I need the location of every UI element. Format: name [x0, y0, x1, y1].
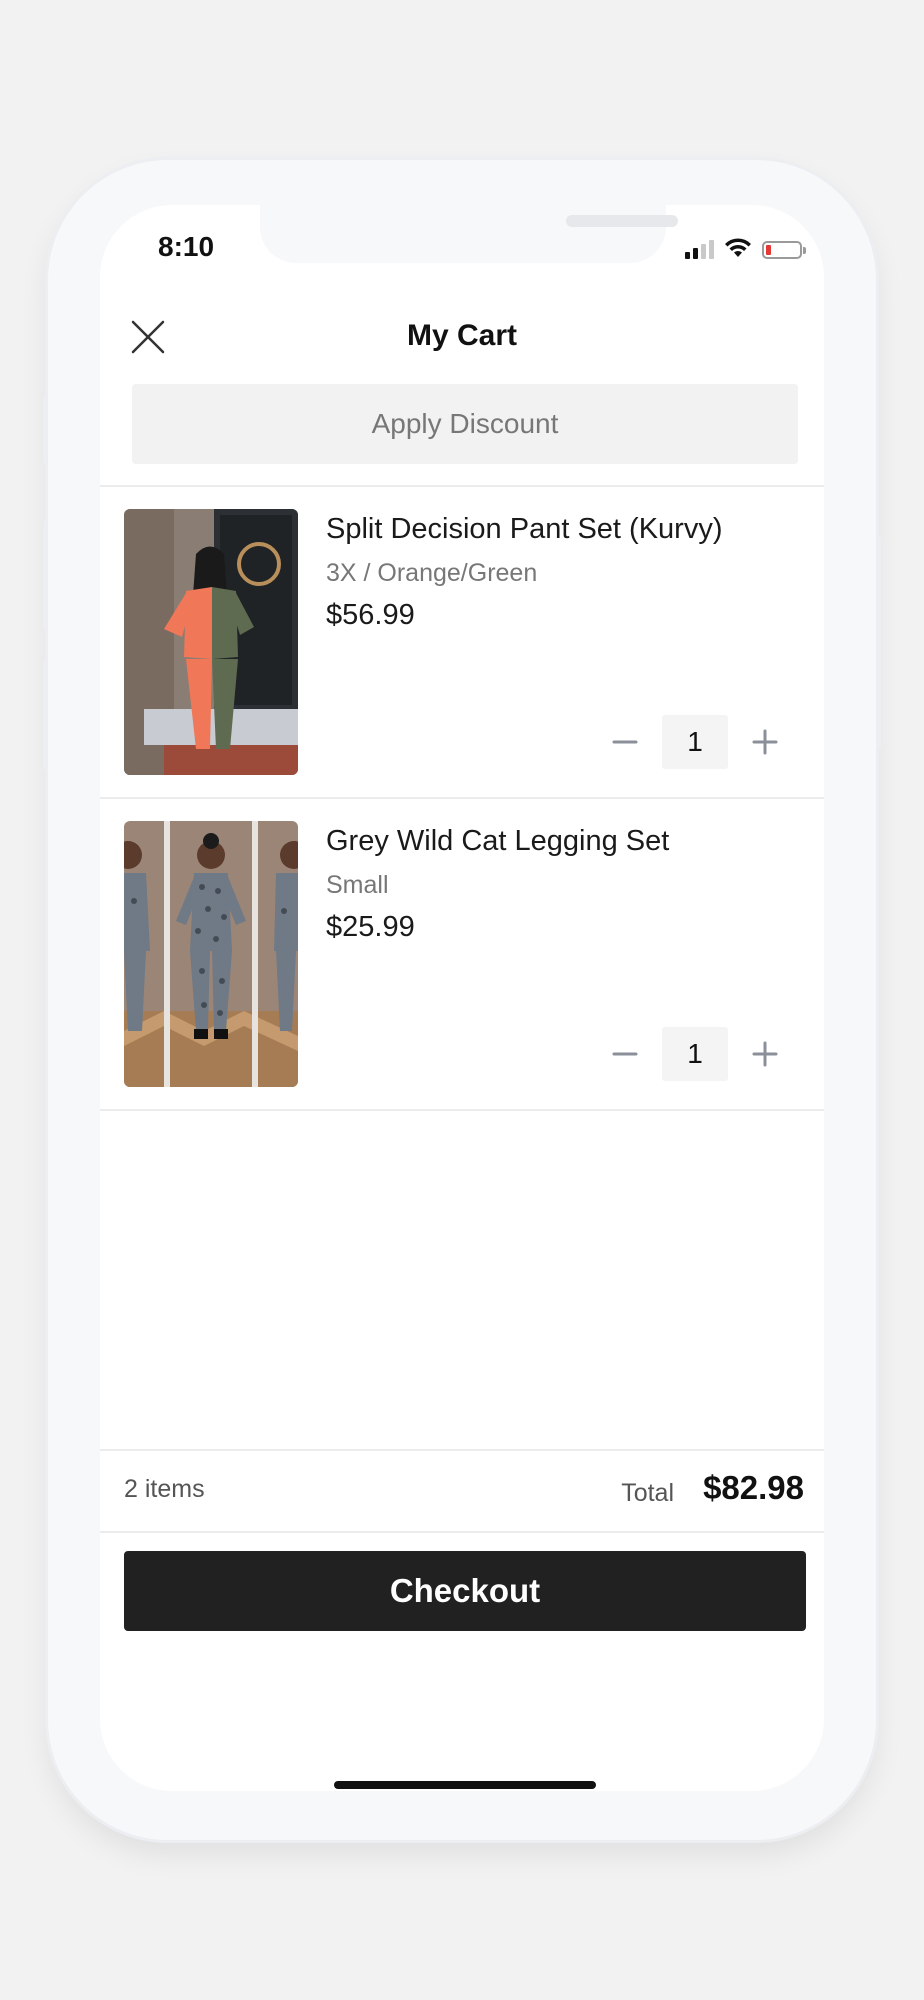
quantity-stepper: 1 [600, 715, 790, 769]
decrease-quantity-button[interactable] [600, 1029, 650, 1079]
status-icons [685, 235, 806, 259]
status-time: 8:10 [158, 231, 215, 262]
plus-icon [752, 1041, 778, 1067]
total-label: Total [621, 1479, 674, 1507]
phone-side-button [43, 395, 48, 465]
divider [100, 1531, 824, 1533]
product-image[interactable] [124, 821, 298, 1087]
phone-side-button [43, 660, 48, 770]
cart-header: My Cart [100, 305, 824, 375]
increase-quantity-button[interactable] [740, 717, 790, 767]
quantity-value[interactable]: 1 [662, 1027, 728, 1081]
total-value: $82.98 [703, 1469, 804, 1506]
cart-item: Split Decision Pant Set (Kurvy) 3X / Ora… [100, 487, 824, 797]
item-count: 2 items [124, 1475, 205, 1503]
product-name[interactable]: Split Decision Pant Set (Kurvy) [326, 513, 722, 546]
cart-summary: 2 items Total $82.98 [100, 1451, 824, 1531]
notch [260, 205, 678, 263]
app-screen: 8:10 My Cart Apply Discount Split Decisi… [100, 205, 824, 1791]
speaker [566, 215, 678, 227]
increase-quantity-button[interactable] [740, 1029, 790, 1079]
page-title: My Cart [406, 319, 518, 352]
minus-icon [612, 740, 638, 744]
minus-icon [612, 1052, 638, 1056]
product-name[interactable]: Grey Wild Cat Legging Set [326, 825, 669, 858]
home-indicator[interactable] [334, 1781, 596, 1789]
signal-icon [685, 239, 714, 259]
quantity-stepper: 1 [600, 1027, 790, 1081]
checkout-button[interactable]: Checkout [124, 1551, 806, 1631]
product-price: $25.99 [326, 911, 415, 943]
decrease-quantity-button[interactable] [600, 717, 650, 767]
apply-discount-button[interactable]: Apply Discount [132, 384, 798, 464]
product-variant: Small [326, 871, 389, 899]
wifi-icon [725, 238, 751, 257]
product-variant: 3X / Orange/Green [326, 559, 538, 587]
cart-item: Grey Wild Cat Legging Set Small $25.99 1 [100, 799, 824, 1109]
quantity-value[interactable]: 1 [662, 715, 728, 769]
battery-icon [762, 241, 806, 259]
divider [100, 1109, 824, 1111]
phone-side-button [876, 535, 881, 750]
plus-icon [752, 729, 778, 755]
product-image[interactable] [124, 509, 298, 775]
phone-side-button [43, 520, 48, 630]
product-price: $56.99 [326, 599, 415, 631]
